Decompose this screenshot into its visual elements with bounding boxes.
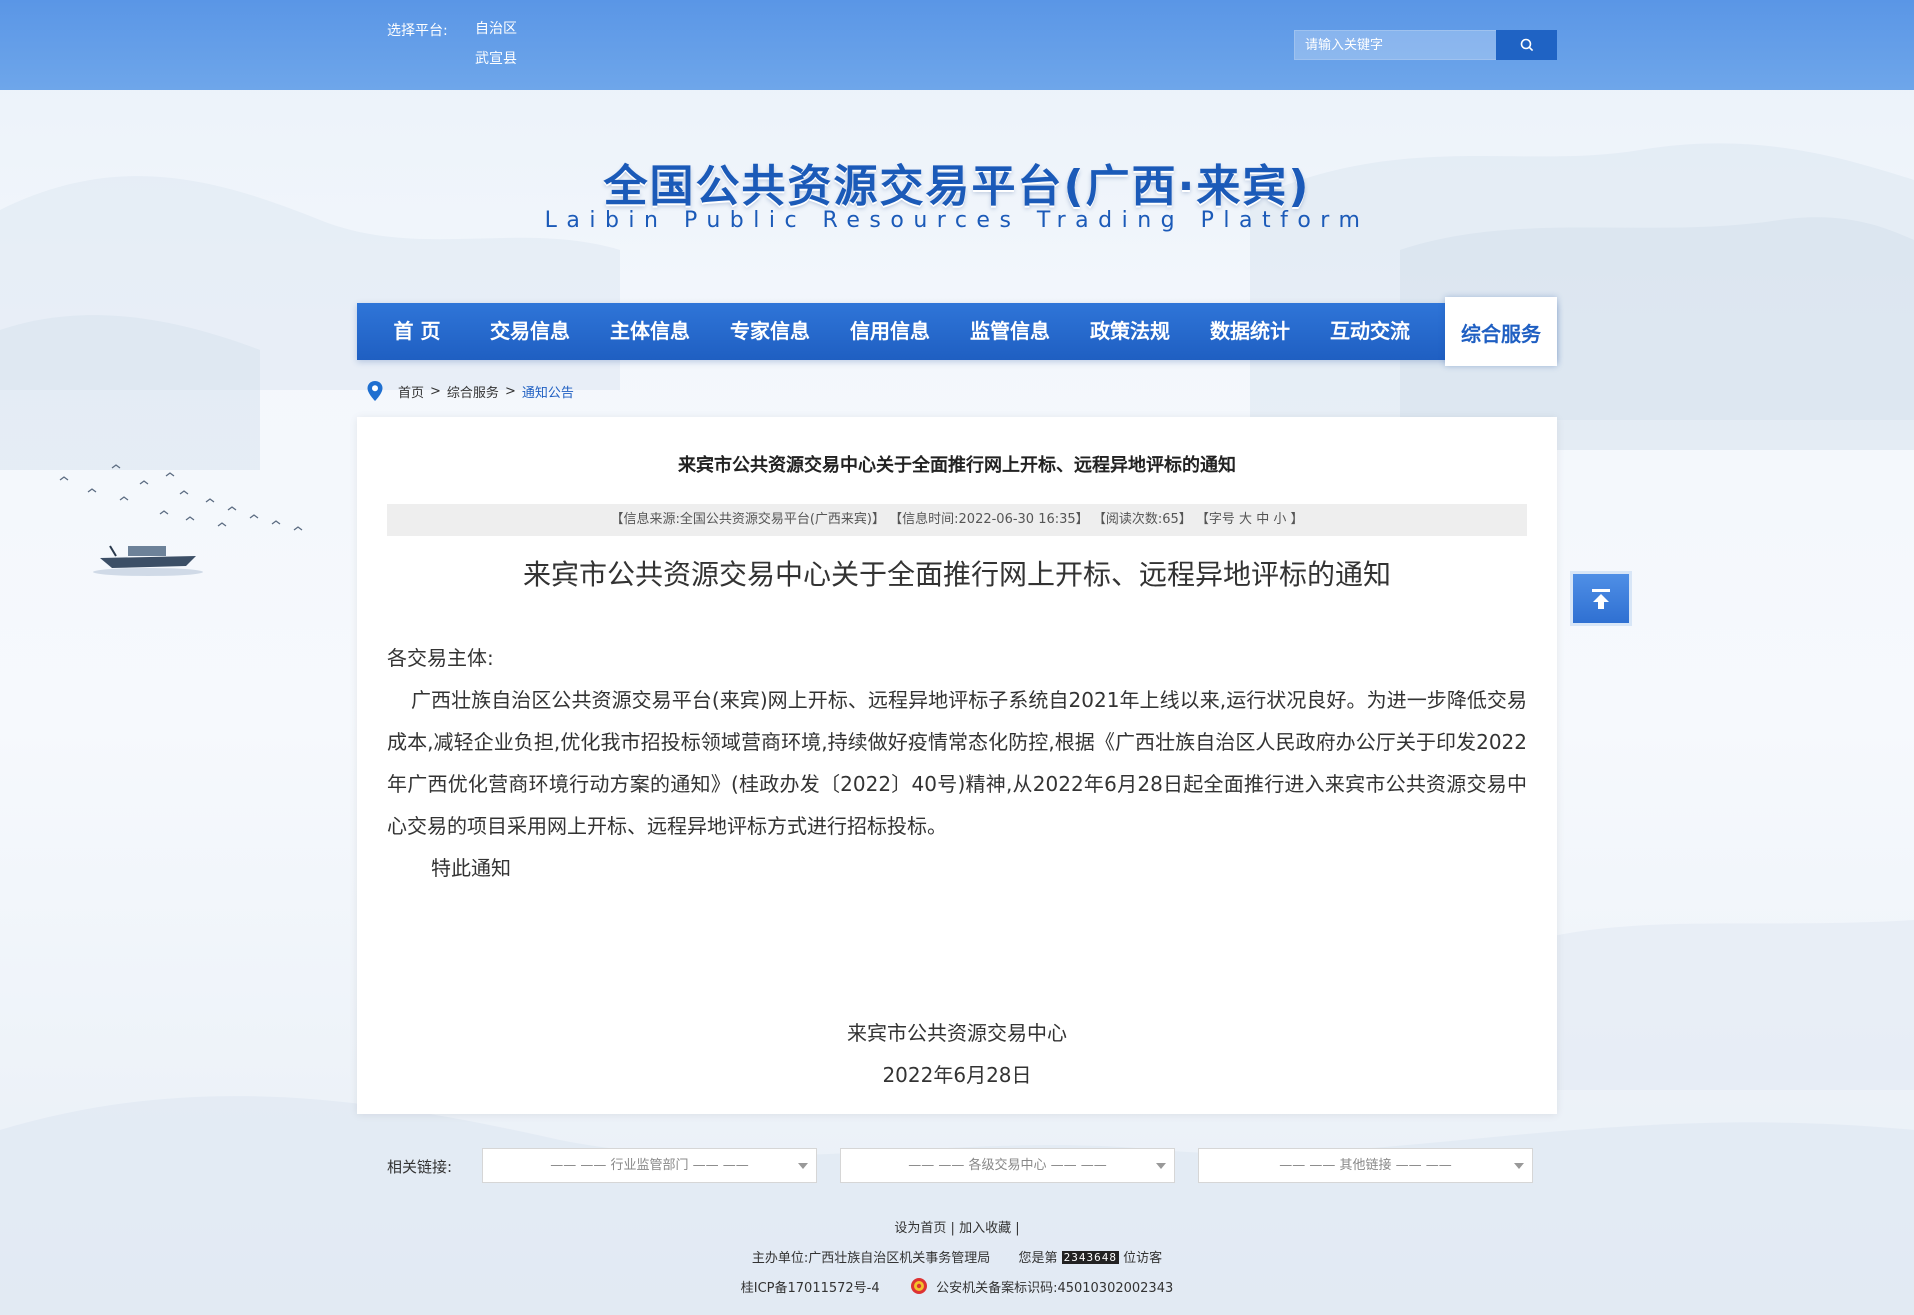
add-favorite-link[interactable]: 加入收藏 — [959, 1221, 1011, 1236]
select-other-links-value: —— —— 其他链接 —— —— — [1279, 1158, 1452, 1173]
search-box — [1294, 30, 1557, 60]
footer-sponsor: 主办单位:广西壮族自治区机关事务管理局 — [751, 1251, 991, 1266]
location-pin-icon — [367, 381, 383, 401]
article-closing: 特此通知 — [431, 856, 511, 880]
related-links-label: 相关链接: — [387, 1158, 453, 1176]
nav-item-expert-info[interactable]: 专家信息 — [710, 303, 830, 360]
article-card: 来宾市公共资源交易中心关于全面推行网上开标、远程异地评标的通知 【信息来源:全国… — [357, 417, 1557, 1114]
chevron-down-icon — [1156, 1163, 1166, 1169]
font-size-small[interactable]: 小 — [1273, 512, 1286, 527]
site-title: 全国公共资源交易平台(广西·来宾) — [603, 161, 1311, 212]
search-button[interactable] — [1496, 30, 1557, 60]
breadcrumb: 首页 > 综合服务 > 通知公告 — [366, 380, 574, 402]
select-regulators[interactable]: —— —— 行业监管部门 —— —— — [482, 1148, 817, 1183]
breadcrumb-separator: > — [504, 383, 516, 399]
nav-item-trading-info[interactable]: 交易信息 — [470, 303, 590, 360]
search-input[interactable] — [1294, 30, 1496, 60]
select-trading-centers[interactable]: —— —— 各级交易中心 —— —— — [840, 1148, 1175, 1183]
visitor-counter: 2343648 — [1061, 1251, 1120, 1264]
arrow-up-icon — [1592, 588, 1610, 609]
breadcrumb-current[interactable]: 通知公告 — [522, 382, 574, 401]
article-salutation: 各交易主体: — [387, 646, 494, 670]
article-meta: 【信息来源:全国公共资源交易平台(广西来宾)】 【信息时间:2022-06-30… — [387, 504, 1527, 536]
nav-item-credit-info[interactable]: 信用信息 — [830, 303, 950, 360]
icp-link[interactable]: 桂ICP备17011572号-4 — [741, 1281, 880, 1296]
birds-decoration — [59, 464, 303, 531]
police-badge-icon — [910, 1278, 927, 1294]
platform-item-wuxuan[interactable]: 武宣县 — [475, 50, 517, 80]
platform-list: 自治区 武宣县 — [475, 20, 517, 80]
visitor-suffix: 位访客 — [1123, 1251, 1163, 1266]
visitor-prefix: 您是第 — [1018, 1251, 1058, 1266]
nav-item-supervision-info[interactable]: 监管信息 — [950, 303, 1070, 360]
search-icon — [1520, 38, 1533, 52]
nav-item-home[interactable]: 首 页 — [364, 303, 470, 360]
platform-item-region[interactable]: 自治区 — [475, 20, 517, 50]
nav-item-services[interactable]: 综合服务 — [1445, 297, 1557, 366]
font-size-large[interactable]: 大 — [1239, 512, 1252, 527]
article-paragraph: 广西壮族自治区公共资源交易平台(来宾)网上开标、远程异地评标子系统自2021年上… — [387, 688, 1527, 838]
select-trading-centers-value: —— —— 各级交易中心 —— —— — [908, 1158, 1107, 1173]
select-other-links[interactable]: —— —— 其他链接 —— —— — [1198, 1148, 1533, 1183]
meta-time: 【信息时间:2022-06-30 16:35】 — [889, 512, 1089, 527]
chevron-down-icon — [798, 1163, 808, 1169]
article-date: 2022年6月28日 — [882, 1063, 1032, 1087]
chevron-down-icon — [1514, 1163, 1524, 1169]
footer-divider: | — [950, 1221, 960, 1236]
article-signature: 来宾市公共资源交易中心 — [847, 1021, 1067, 1045]
boat-decoration — [93, 545, 203, 576]
nav-item-statistics[interactable]: 数据统计 — [1190, 303, 1310, 360]
footer-divider: | — [1015, 1221, 1020, 1236]
meta-font-open: 【字号 — [1195, 512, 1235, 527]
platform-label: 选择平台: — [387, 23, 448, 39]
nav-item-interaction[interactable]: 互动交流 — [1310, 303, 1430, 360]
font-size-medium[interactable]: 中 — [1256, 512, 1269, 527]
back-to-top-button[interactable] — [1570, 571, 1632, 626]
nav-item-entity-info[interactable]: 主体信息 — [590, 303, 710, 360]
article-title: 来宾市公共资源交易中心关于全面推行网上开标、远程异地评标的通知 — [678, 455, 1236, 476]
meta-source: 【信息来源:全国公共资源交易平台(广西来宾)】 — [610, 512, 885, 527]
set-home-link[interactable]: 设为首页 — [894, 1221, 946, 1236]
breadcrumb-services[interactable]: 综合服务 — [447, 382, 499, 401]
police-record-link[interactable]: 公安机关备案标识码:45010302002343 — [936, 1281, 1173, 1296]
nav-item-policy[interactable]: 政策法规 — [1070, 303, 1190, 360]
footer-links: 设为首页 | 加入收藏 | — [0, 1217, 1914, 1236]
site-subtitle: Laibin Public Resources Trading Platform — [544, 208, 1370, 233]
select-regulators-value: —— —— 行业监管部门 —— —— — [550, 1158, 749, 1173]
breadcrumb-separator: > — [430, 383, 441, 399]
article-body: 各交易主体: 广西壮族自治区公共资源交易平台(来宾)网上开标、远程异地评标子系统… — [387, 637, 1527, 889]
meta-views: 【阅读次数:65】 — [1092, 512, 1192, 527]
footer-sponsor-row: 主办单位:广西壮族自治区机关事务管理局 您是第 2343648 位访客 — [0, 1247, 1914, 1266]
main-nav: 首 页 交易信息 主体信息 专家信息 信用信息 监管信息 政策法规 数据统计 互… — [357, 297, 1557, 366]
breadcrumb-home[interactable]: 首页 — [398, 382, 424, 401]
footer-record-row: 桂ICP备17011572号-4 公安机关备案标识码:4501030200234… — [0, 1277, 1914, 1296]
meta-font-close: 】 — [1290, 512, 1304, 527]
top-bar: 选择平台: 自治区 武宣县 — [0, 0, 1914, 90]
article-heading: 来宾市公共资源交易中心关于全面推行网上开标、远程异地评标的通知 — [522, 558, 1391, 591]
